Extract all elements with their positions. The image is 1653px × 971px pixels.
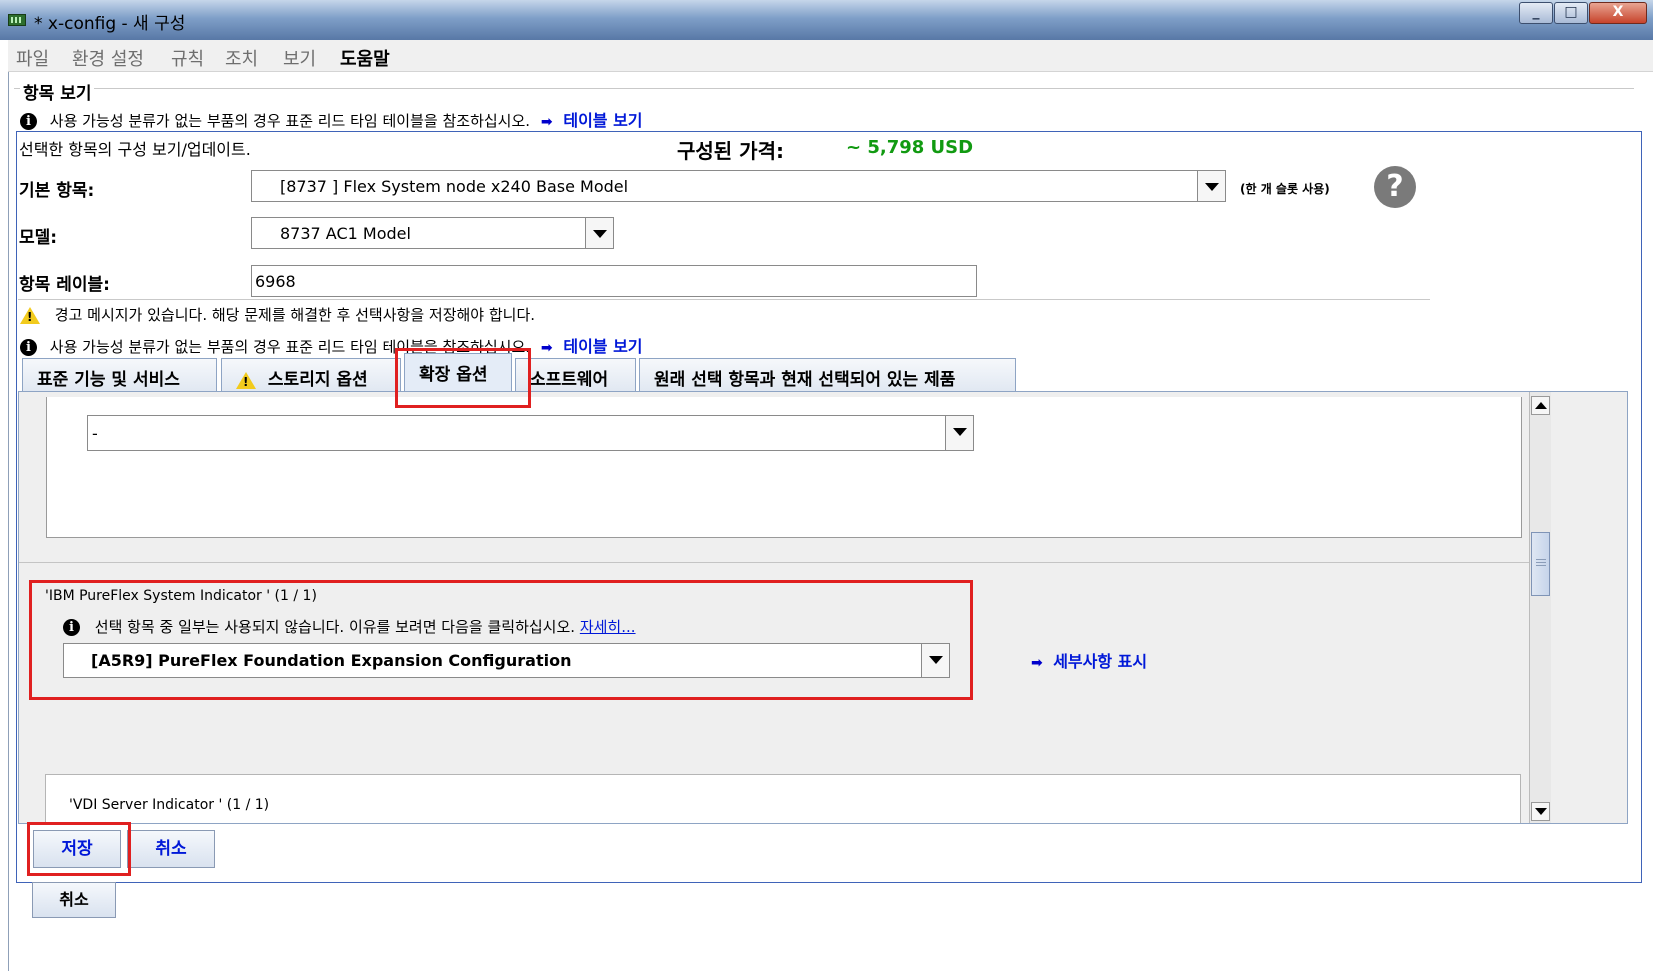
app-icon bbox=[8, 14, 26, 26]
divider bbox=[18, 299, 1430, 300]
arrow-right-icon: ➡ bbox=[1031, 655, 1043, 671]
show-details: ➡ 세부사항 표시 bbox=[1031, 648, 1147, 672]
show-details-link[interactable]: 세부사항 표시 bbox=[1053, 652, 1147, 671]
pureflex-select-value: [A5R9] PureFlex Foundation Expansion Con… bbox=[91, 651, 572, 670]
tab-software[interactable]: 소프트웨어 bbox=[515, 358, 636, 391]
top-info-text: 사용 가능성 분류가 없는 부품의 경우 표준 리드 타임 테이블을 참조하십시… bbox=[49, 112, 531, 130]
base-item-value: [8737 ] Flex System node x240 Base Model bbox=[280, 177, 629, 196]
section-title: 항목 보기 bbox=[20, 79, 95, 104]
base-item-label: 기본 항목: bbox=[19, 181, 95, 201]
close-button[interactable]: X bbox=[1589, 2, 1647, 24]
chevron-down-icon[interactable] bbox=[1197, 171, 1225, 201]
pureflex-notice: i 선택 항목 중 일부는 사용되지 않습니다. 이유를 보려면 다음을 클릭하… bbox=[63, 616, 636, 637]
tab-label: 소프트웨어 bbox=[530, 370, 609, 390]
warning-notice: 경고 메시지가 있습니다. 해당 문제를 해결한 후 선택사항을 저장해야 합니… bbox=[20, 304, 535, 325]
top-info-notice: i 사용 가능성 분류가 없는 부품의 경우 표준 리드 타임 테이블을 참조하… bbox=[20, 107, 643, 131]
item-label-input[interactable]: 6968 bbox=[251, 265, 977, 297]
tab-label: 표준 기능 및 서비스 bbox=[37, 370, 180, 390]
model-label: 모델: bbox=[19, 228, 58, 248]
scroll-thumb[interactable] bbox=[1531, 532, 1550, 596]
chevron-down-icon[interactable] bbox=[921, 644, 949, 677]
warning-icon bbox=[236, 371, 256, 389]
window-titlebar[interactable]: * x-config - 새 구성 _ □ X bbox=[0, 0, 1653, 40]
more-details-link[interactable]: 자세히... bbox=[580, 618, 636, 636]
tab-label: 스토리지 옵션 bbox=[267, 370, 368, 390]
pureflex-notice-text: 선택 항목 중 일부는 사용되지 않습니다. 이유를 보려면 다음을 클릭하십시… bbox=[94, 618, 576, 636]
pureflex-title: 'IBM PureFlex System Indicator ' (1 / 1) bbox=[45, 588, 317, 604]
table-view-link[interactable]: 테이블 보기 bbox=[563, 337, 642, 356]
warning-icon bbox=[20, 307, 40, 324]
scroll-down-icon[interactable] bbox=[1531, 802, 1550, 821]
pureflex-select[interactable]: [A5R9] PureFlex Foundation Expansion Con… bbox=[63, 643, 950, 678]
warning-text: 경고 메시지가 있습니다. 해당 문제를 해결한 후 선택사항을 저장해야 합니… bbox=[54, 306, 536, 324]
info-icon: i bbox=[20, 339, 37, 356]
tab-standard-features[interactable]: 표준 기능 및 서비스 bbox=[22, 358, 217, 391]
vertical-scrollbar[interactable] bbox=[1529, 392, 1551, 823]
menu-preferences[interactable]: 환경 설정 bbox=[72, 45, 144, 71]
option-select-value: - bbox=[92, 424, 98, 443]
arrow-right-icon: ➡ bbox=[540, 114, 553, 130]
tab-label: 원래 선택 항목과 현재 선택되어 있는 제품 bbox=[654, 370, 956, 390]
vdi-panel: 'VDI Server Indicator ' (1 / 1) bbox=[45, 774, 1521, 823]
maximize-icon: □ bbox=[1564, 4, 1578, 20]
chevron-down-icon[interactable] bbox=[585, 218, 613, 248]
minimize-button[interactable]: _ bbox=[1519, 2, 1553, 24]
tab-label: 확장 옵션 bbox=[419, 365, 488, 385]
menu-actions[interactable]: 조치 bbox=[225, 45, 258, 71]
chevron-down-icon[interactable] bbox=[945, 416, 973, 450]
info-icon: i bbox=[63, 619, 80, 636]
info-notice: i 사용 가능성 분류가 없는 부품의 경우 표준 리드 타임 테이블을 참조하… bbox=[20, 333, 643, 357]
section-divider bbox=[14, 88, 1634, 89]
menu-rules[interactable]: 규칙 bbox=[171, 45, 204, 71]
menu-view[interactable]: 보기 bbox=[283, 45, 316, 71]
tab-storage-options[interactable]: 스토리지 옵션 bbox=[221, 358, 401, 391]
window-title: * x-config - 새 구성 bbox=[34, 14, 186, 34]
info-icon: i bbox=[20, 113, 37, 130]
vdi-title: 'VDI Server Indicator ' (1 / 1) bbox=[69, 797, 270, 813]
window-controls: _ □ X bbox=[1518, 2, 1647, 24]
arrow-right-icon: ➡ bbox=[540, 340, 553, 356]
price-label: 구성된 가격: bbox=[677, 139, 784, 163]
price-value: ~ 5,798 USD bbox=[846, 137, 974, 158]
minimize-icon: _ bbox=[1532, 4, 1540, 20]
base-item-select[interactable]: [8737 ] Flex System node x240 Base Model bbox=[251, 170, 1226, 202]
option-select[interactable]: - bbox=[87, 415, 974, 451]
tab-expansion-options[interactable]: 확장 옵션 bbox=[404, 353, 512, 391]
close-icon: X bbox=[1612, 4, 1624, 20]
item-label-value: 6968 bbox=[255, 272, 296, 291]
menu-help[interactable]: 도움말 bbox=[340, 45, 390, 71]
maximize-button[interactable]: □ bbox=[1554, 2, 1588, 24]
tab-original-vs-current[interactable]: 원래 선택 항목과 현재 선택되어 있는 제품 bbox=[639, 358, 1016, 391]
menu-file[interactable]: 파일 bbox=[16, 45, 49, 71]
model-select[interactable]: 8737 AC1 Model bbox=[251, 217, 614, 249]
divider bbox=[19, 562, 1529, 563]
cancel-outer-button[interactable]: 취소 bbox=[32, 882, 116, 918]
scroll-up-icon[interactable] bbox=[1531, 396, 1550, 415]
model-value: 8737 AC1 Model bbox=[280, 224, 411, 243]
item-label-label: 항목 레이블: bbox=[19, 275, 110, 295]
view-update-label: 선택한 항목의 구성 보기/업데이트. bbox=[19, 140, 251, 159]
help-icon[interactable]: ? bbox=[1374, 166, 1416, 208]
save-button[interactable]: 저장 bbox=[33, 830, 121, 868]
table-view-link[interactable]: 테이블 보기 bbox=[563, 111, 642, 130]
menu-bar: 파일 환경 설정 규칙 조치 보기 도움말 bbox=[8, 40, 1653, 72]
expansion-options-panel: - 'IBM PureFlex System Indicator ' (1 / … bbox=[18, 391, 1628, 824]
slot-note: (한 개 슬롯 사용) bbox=[1240, 182, 1330, 196]
cancel-button[interactable]: 취소 bbox=[127, 830, 215, 868]
